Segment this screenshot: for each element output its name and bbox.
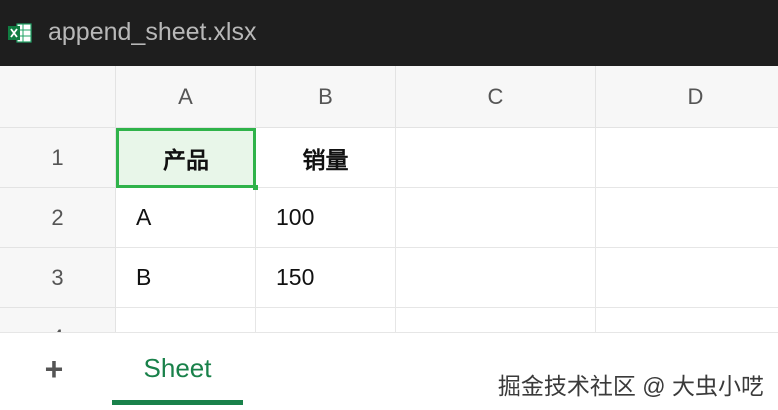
column-header-a[interactable]: A <box>116 66 256 128</box>
select-all-corner[interactable] <box>0 66 116 128</box>
cell-a3[interactable]: B <box>116 248 256 308</box>
cell-a4[interactable] <box>116 308 256 332</box>
sheet-tab-bar: + Sheet 掘金技术社区 @ 大虫小呓 <box>0 332 778 410</box>
column-header-c[interactable]: C <box>396 66 596 128</box>
title-bar: append_sheet.xlsx <box>0 0 778 66</box>
sheet-tab-label: Sheet <box>143 353 212 383</box>
column-header-b[interactable]: B <box>256 66 396 128</box>
row-header-3[interactable]: 3 <box>0 248 116 308</box>
cell-b2[interactable]: 100 <box>256 188 396 248</box>
row-header-2[interactable]: 2 <box>0 188 116 248</box>
cell-c3[interactable] <box>396 248 596 308</box>
add-sheet-button[interactable]: + <box>38 353 70 385</box>
active-tab-indicator <box>112 400 243 405</box>
column-header-d[interactable]: D <box>596 66 778 128</box>
excel-icon <box>8 23 32 43</box>
cell-c2[interactable] <box>396 188 596 248</box>
cell-b4[interactable] <box>256 308 396 332</box>
cell-c4[interactable] <box>396 308 596 332</box>
cell-c1[interactable] <box>396 128 596 188</box>
cell-d4[interactable] <box>596 308 778 332</box>
cell-a2[interactable]: A <box>116 188 256 248</box>
cell-d2[interactable] <box>596 188 778 248</box>
row-header-1[interactable]: 1 <box>0 128 116 188</box>
row-header-4[interactable]: 4 <box>0 308 116 332</box>
cell-d3[interactable] <box>596 248 778 308</box>
cell-b1[interactable]: 销量 <box>256 128 396 188</box>
plus-icon: + <box>44 351 64 387</box>
spreadsheet-grid: A B C D 1 2 3 4 产品 销量 A 100 B 150 <box>0 66 778 332</box>
sheet-tab-sheet[interactable]: Sheet <box>112 333 243 405</box>
cell-b3[interactable]: 150 <box>256 248 396 308</box>
fill-handle[interactable] <box>253 185 258 190</box>
cell-d1[interactable] <box>596 128 778 188</box>
watermark-text: 掘金技术社区 @ 大虫小呓 <box>497 373 764 399</box>
cell-a1[interactable]: 产品 <box>116 128 256 188</box>
window-title: append_sheet.xlsx <box>48 18 257 46</box>
